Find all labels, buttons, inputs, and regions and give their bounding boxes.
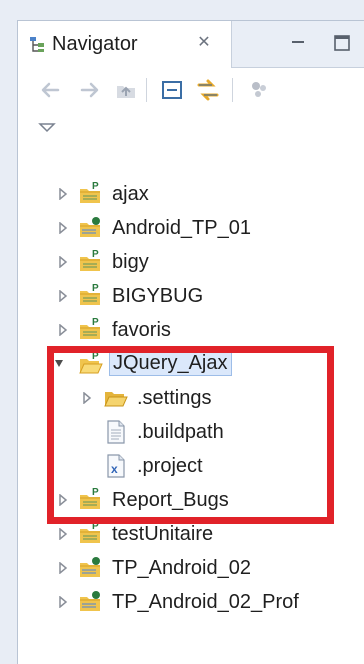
tree-item-label: .settings (137, 387, 212, 409)
project-icon: P (80, 181, 100, 203)
svg-text:x: x (111, 462, 118, 476)
minimize-icon[interactable] (286, 31, 310, 55)
folder-icon (104, 392, 128, 407)
tree-item-label: TP_Android_02 (112, 557, 251, 579)
tree-row[interactable]: P Report_Bugs (18, 483, 364, 517)
project-icon: P (80, 521, 100, 543)
view-tab-bar: Navigator ✕ (18, 21, 364, 68)
tab-navigator[interactable]: Navigator ✕ (18, 21, 232, 68)
toolbar-separator (146, 78, 147, 102)
tree-row[interactable]: P BIGYBUG (18, 279, 364, 313)
expand-arrow-icon[interactable] (57, 494, 69, 506)
view-menu-icon[interactable] (37, 118, 57, 138)
tree-item-label: bigy (112, 251, 149, 273)
tree-row[interactable]: .settings (18, 381, 364, 415)
tree-item-label: .project (137, 455, 203, 477)
tree-item-label: Report_Bugs (112, 489, 229, 511)
tree-row[interactable]: P testUnitaire (18, 517, 364, 551)
tree-item-label: TP_Android_02_Prof (112, 591, 299, 613)
collapse-all-icon[interactable] (158, 76, 186, 104)
expand-arrow-icon[interactable] (57, 290, 69, 302)
expand-arrow-icon[interactable] (57, 188, 69, 200)
svg-text:P: P (92, 351, 99, 362)
tree-item-label: ajax (112, 183, 149, 205)
file-icon (107, 420, 125, 444)
up-folder-icon[interactable] (112, 76, 140, 104)
project-icon: P (80, 317, 100, 339)
android-project-icon (80, 217, 100, 237)
android-project-icon (80, 557, 100, 577)
svg-text:P: P (92, 487, 99, 498)
tree-row[interactable]: TP_Android_02 (18, 551, 364, 585)
tree-row[interactable]: P ajax (18, 177, 364, 211)
expand-arrow-icon[interactable] (57, 256, 69, 268)
tree-item-label: Android_TP_01 (112, 217, 251, 239)
expand-arrow-icon[interactable] (57, 528, 69, 540)
tree-row[interactable]: Android_TP_01 (18, 211, 364, 245)
tree-item-label: favoris (112, 319, 171, 341)
navigator-icon (30, 37, 44, 52)
tree-item-label: testUnitaire (112, 523, 214, 545)
svg-text:P: P (92, 317, 99, 328)
expand-arrow-icon[interactable] (57, 562, 69, 574)
close-icon[interactable]: ✕ (193, 31, 215, 53)
svg-text:P: P (92, 249, 99, 260)
forward-arrow-icon[interactable] (76, 76, 104, 104)
tree-item-label: .buildpath (137, 421, 224, 443)
tree-item-label: JQuery_Ajax (109, 350, 232, 376)
tree-row[interactable]: TP_Android_02_Prof (18, 585, 364, 619)
tree-row[interactable]: .buildpath (18, 415, 364, 449)
project-icon: P (80, 249, 100, 271)
link-with-editor-icon[interactable] (194, 76, 222, 104)
svg-text:P: P (92, 521, 99, 532)
svg-text:P: P (92, 181, 99, 192)
open-project-icon: P (79, 351, 103, 374)
tab-title: Navigator (52, 33, 138, 55)
project-icon: P (80, 283, 100, 305)
filter-icon[interactable] (246, 76, 274, 104)
back-arrow-icon[interactable] (36, 76, 64, 104)
expand-arrow-icon[interactable] (57, 324, 69, 336)
project-icon: P (80, 487, 100, 509)
tree-row[interactable]: P favoris (18, 313, 364, 347)
android-project-icon (80, 591, 100, 611)
expand-arrow-icon[interactable] (57, 596, 69, 608)
xml-file-icon: x (107, 454, 125, 478)
collapse-arrow-icon[interactable] (53, 357, 65, 369)
navigator-toolbar (18, 68, 364, 113)
tree-item-label: BIGYBUG (112, 285, 204, 307)
expand-arrow-icon[interactable] (81, 392, 93, 404)
navigator-view: Navigator ✕ P ajax Android_TP_01 P bigy … (17, 20, 364, 664)
toolbar-separator (232, 78, 233, 102)
svg-text:P: P (92, 283, 99, 294)
expand-arrow-icon[interactable] (57, 222, 69, 234)
tree-row[interactable]: P bigy (18, 245, 364, 279)
tree-row-selected[interactable]: P JQuery_Ajax (18, 347, 364, 381)
tree-row[interactable]: x .project (18, 449, 364, 483)
maximize-icon[interactable] (330, 31, 354, 55)
